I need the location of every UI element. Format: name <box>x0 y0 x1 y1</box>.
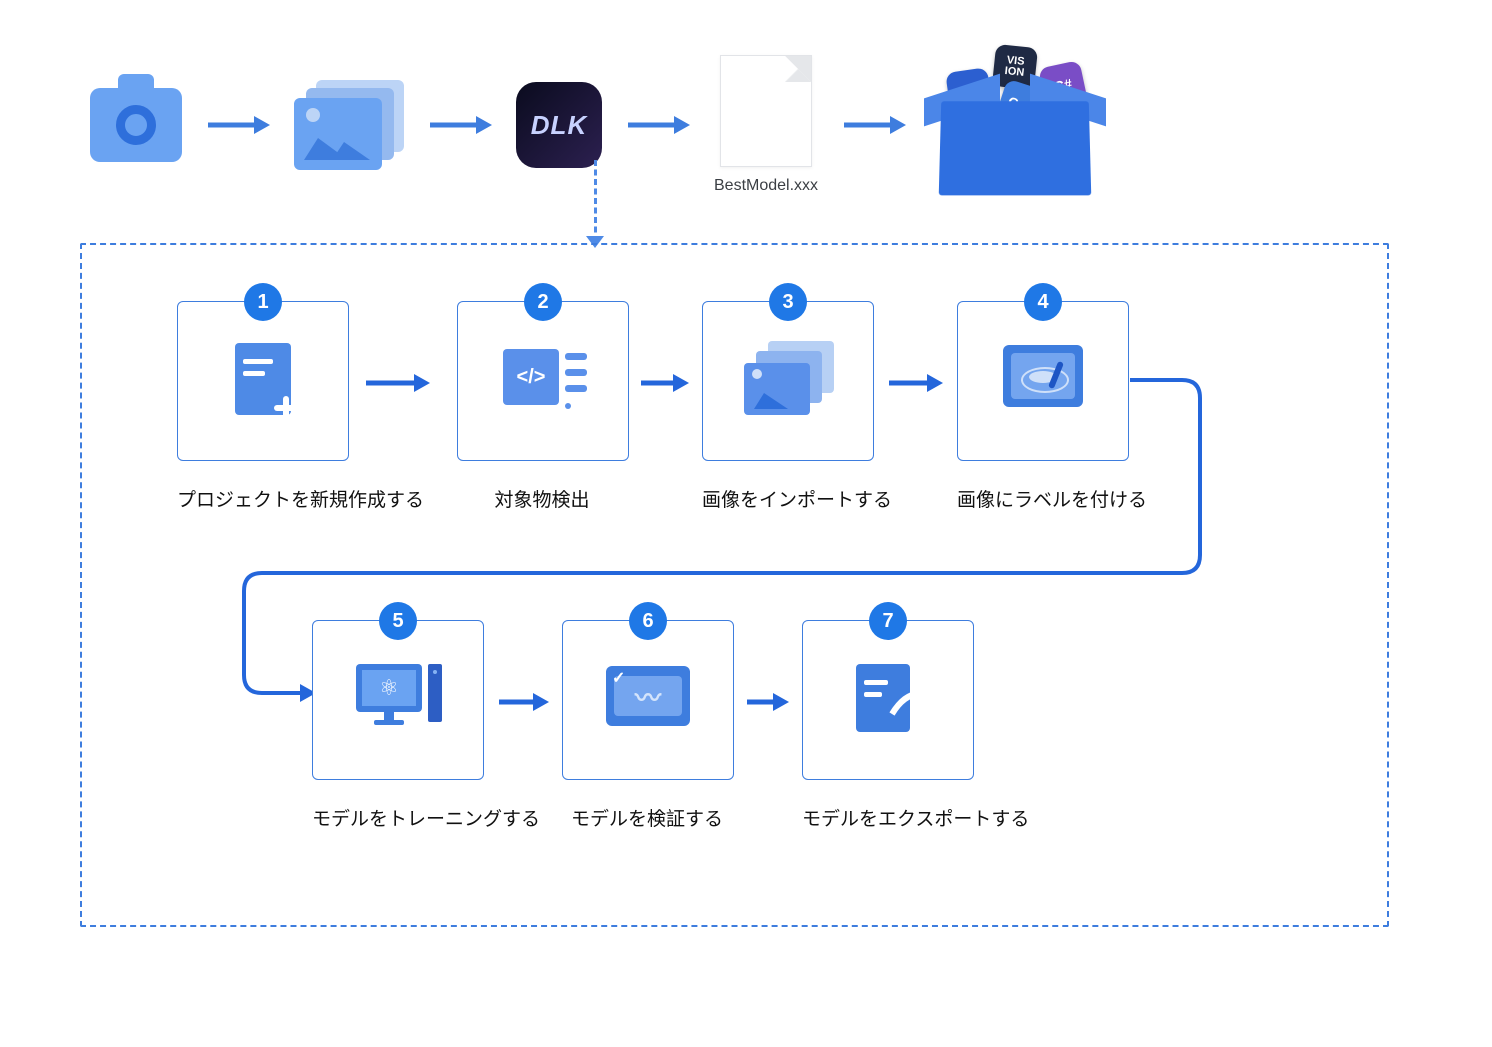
export-model-icon <box>842 654 934 746</box>
arrow-icon <box>626 113 690 137</box>
step-2: 2 </> 対象物検出 <box>457 301 627 512</box>
arrow-icon <box>206 113 270 137</box>
model-file-icon: BestModel.xxx <box>714 55 818 195</box>
detail-panel: 1 プロジェクトを新規作成する 2 </> 対象物検出 <box>80 243 1389 927</box>
dashed-connector <box>594 160 597 242</box>
step-caption: 画像にラベルを付ける <box>957 485 1127 512</box>
step-caption: モデルを検証する <box>562 804 732 831</box>
step-card: 2 </> <box>457 301 629 461</box>
step-number: 3 <box>769 283 807 321</box>
step-number: 1 <box>244 283 282 321</box>
step-card: 4 <box>957 301 1129 461</box>
step-caption: モデルをエクスポートする <box>802 804 972 831</box>
step-number: 5 <box>379 602 417 640</box>
arrow-icon <box>639 372 689 394</box>
sdk-box-icon: C VIS ION C++ C# <box>930 50 1100 200</box>
step-card: 1 <box>177 301 349 461</box>
step-7: 7 モデルをエクスポートする <box>802 620 972 831</box>
step-1: 1 プロジェクトを新規作成する <box>177 301 347 512</box>
step-caption: プロジェクトを新規作成する <box>177 485 347 512</box>
model-file-label: BestModel.xxx <box>714 177 818 195</box>
diagram-canvas: DLK BestModel.xxx C VIS ION C++ C# <box>0 0 1492 1047</box>
step-card: 3 <box>702 301 874 461</box>
arrow-icon <box>887 372 943 394</box>
step-4: 4 画像にラベルを付ける <box>957 301 1127 512</box>
label-images-icon <box>997 335 1089 427</box>
import-images-icon <box>742 335 834 427</box>
step-5: 5 ⚛ モデルをトレーニングする <box>312 620 482 831</box>
arrow-icon <box>497 691 549 713</box>
arrow-icon <box>364 372 430 394</box>
step-6: 6 〰✓ モデルを検証する <box>562 620 732 831</box>
verify-model-icon: 〰✓ <box>602 654 694 746</box>
step-caption: 対象物検出 <box>457 485 627 512</box>
step-caption: 画像をインポートする <box>702 485 872 512</box>
step-number: 7 <box>869 602 907 640</box>
arrow-icon <box>842 113 906 137</box>
arrow-icon <box>428 113 492 137</box>
arrow-icon <box>745 691 789 713</box>
object-detection-icon: </> <box>497 335 589 427</box>
step-number: 2 <box>524 283 562 321</box>
train-model-icon: ⚛ <box>352 654 444 746</box>
dlk-app-icon: DLK <box>516 82 602 168</box>
top-pipeline-row: DLK BestModel.xxx C VIS ION C++ C# <box>90 60 1410 190</box>
image-stack-icon <box>294 80 404 170</box>
step-number: 4 <box>1024 283 1062 321</box>
step-number: 6 <box>629 602 667 640</box>
step-card: 6 〰✓ <box>562 620 734 780</box>
step-card: 7 <box>802 620 974 780</box>
step-caption: モデルをトレーニングする <box>312 804 482 831</box>
camera-icon <box>90 88 182 162</box>
step-card: 5 ⚛ <box>312 620 484 780</box>
step-3: 3 画像をインポートする <box>702 301 872 512</box>
new-project-icon <box>217 335 309 427</box>
dlk-label: DLK <box>531 110 587 141</box>
